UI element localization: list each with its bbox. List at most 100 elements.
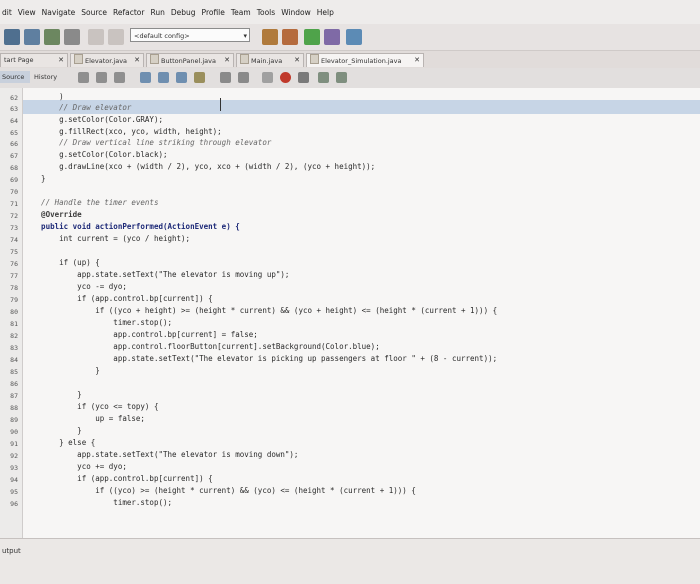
line-number: 74: [10, 236, 18, 244]
code-line: if ((yco + height) >= (height * current)…: [23, 306, 498, 315]
java-file-icon: [240, 54, 249, 64]
tab-elevator-java[interactable]: Elevator.java ✕: [70, 53, 144, 67]
save-all-icon[interactable]: [64, 29, 80, 45]
tab-elevator-simulation-java[interactable]: Elevator_Simulation.java ✕: [306, 53, 424, 67]
shift-right-icon[interactable]: [238, 72, 249, 83]
config-select-value: <default config>: [134, 32, 190, 40]
code-line: }: [23, 174, 46, 183]
find-next-icon[interactable]: [158, 72, 169, 83]
close-icon[interactable]: ✕: [414, 54, 420, 67]
toggle-highlight-icon[interactable]: [194, 72, 205, 83]
back-icon[interactable]: [96, 72, 107, 83]
config-select[interactable]: <default config> ▾: [130, 28, 250, 42]
tab-buttonpanel-java[interactable]: ButtonPanel.java ✕: [146, 53, 234, 67]
code-line: app.state.setText("The elevator is movin…: [23, 270, 290, 279]
line-number: 67: [10, 152, 18, 160]
start-macro-icon[interactable]: [262, 72, 273, 83]
tab-label: Elevator.java: [85, 57, 128, 65]
forward-icon[interactable]: [114, 72, 125, 83]
redo-icon[interactable]: [108, 29, 124, 45]
run-icon[interactable]: [304, 29, 320, 45]
find-selection-icon[interactable]: [176, 72, 187, 83]
editor-tabs: tart Page ✕ Elevator.java ✕ ButtonPanel.…: [0, 51, 700, 69]
menu-window[interactable]: Window: [281, 8, 311, 17]
line-number: 83: [10, 344, 18, 352]
comment-icon[interactable]: [318, 72, 329, 83]
tab-start-page[interactable]: tart Page ✕: [0, 53, 68, 67]
new-file-icon[interactable]: [24, 29, 40, 45]
line-number: 79: [10, 296, 18, 304]
code-line: public void actionPerformed(ActionEvent …: [23, 222, 240, 231]
line-number: 77: [10, 272, 18, 280]
java-file-icon: [74, 54, 83, 64]
menu-debug[interactable]: Debug: [171, 8, 196, 17]
new-project-icon[interactable]: [4, 29, 20, 45]
tab-label: tart Page: [4, 56, 34, 64]
tab-label: Elevator_Simulation.java: [321, 57, 402, 65]
line-number: 93: [10, 464, 18, 472]
line-number: 94: [10, 476, 18, 484]
line-number: 87: [10, 392, 18, 400]
source-label: Source: [2, 73, 25, 81]
code-editor[interactable]: ) // Draw elevator g.setColor(Color.GRAY…: [23, 88, 700, 538]
code-line: app.control.floorButton[current].setBack…: [23, 342, 380, 351]
close-icon[interactable]: ✕: [224, 54, 230, 67]
line-number: 82: [10, 332, 18, 340]
menu-view[interactable]: View: [18, 8, 36, 17]
line-number: 62: [10, 94, 18, 102]
code-line: } else {: [23, 438, 96, 447]
shift-left-icon[interactable]: [220, 72, 231, 83]
build-icon[interactable]: [262, 29, 278, 45]
history-view-button[interactable]: History: [34, 71, 57, 83]
menu-team[interactable]: Team: [231, 8, 251, 17]
close-icon[interactable]: ✕: [58, 54, 64, 67]
menu-source[interactable]: Source: [81, 8, 107, 17]
stop-macro-icon[interactable]: [298, 72, 309, 83]
find-previous-icon[interactable]: [140, 72, 151, 83]
code-line: @Override: [23, 210, 82, 219]
code-line: if ((yco) >= (height * current) && (yco)…: [23, 486, 416, 495]
main-toolbar: <default config> ▾: [0, 24, 700, 51]
clean-build-icon[interactable]: [282, 29, 298, 45]
profile-icon[interactable]: [346, 29, 362, 45]
code-line: }: [23, 426, 82, 435]
tab-label: Main.java: [251, 57, 283, 65]
menu-navigate[interactable]: Navigate: [42, 8, 76, 17]
menu-tools[interactable]: Tools: [257, 8, 275, 17]
code-line: // Draw elevator: [23, 103, 132, 112]
code-line: yco += dyo;: [23, 462, 127, 471]
debug-icon[interactable]: [324, 29, 340, 45]
line-number: 88: [10, 404, 18, 412]
code-line: int current = (yco / height);: [23, 234, 191, 243]
source-view-button[interactable]: Source: [0, 71, 30, 83]
close-icon[interactable]: ✕: [134, 54, 140, 67]
line-number: 75: [10, 248, 18, 256]
menu-refactor[interactable]: Refactor: [113, 8, 144, 17]
line-number: 95: [10, 488, 18, 496]
code-line: if (yco <= topy) {: [23, 402, 159, 411]
line-number: 96: [10, 500, 18, 508]
output-panel[interactable]: utput: [0, 538, 700, 584]
line-number: 76: [10, 260, 18, 268]
uncomment-icon[interactable]: [336, 72, 347, 83]
code-line: g.fillRect(xco, yco, width, height);: [23, 127, 222, 136]
tab-main-java[interactable]: Main.java ✕: [236, 53, 304, 67]
line-number: 85: [10, 368, 18, 376]
menu-profile[interactable]: Profile: [202, 8, 225, 17]
code-line: if (up) {: [23, 258, 100, 267]
line-number: 81: [10, 320, 18, 328]
line-number: 78: [10, 284, 18, 292]
code-line: // Draw vertical line striking through e…: [23, 138, 272, 147]
open-project-icon[interactable]: [44, 29, 60, 45]
close-icon[interactable]: ✕: [294, 54, 300, 67]
line-number: 72: [10, 212, 18, 220]
menu-edit[interactable]: dit: [2, 8, 12, 17]
last-edit-icon[interactable]: [78, 72, 89, 83]
record-macro-icon[interactable]: [280, 72, 291, 83]
undo-icon[interactable]: [88, 29, 104, 45]
code-line: if (app.control.bp[current]) {: [23, 294, 213, 303]
line-number: 80: [10, 308, 18, 316]
line-number: 91: [10, 440, 18, 448]
menu-help[interactable]: Help: [317, 8, 334, 17]
menu-run[interactable]: Run: [150, 8, 164, 17]
